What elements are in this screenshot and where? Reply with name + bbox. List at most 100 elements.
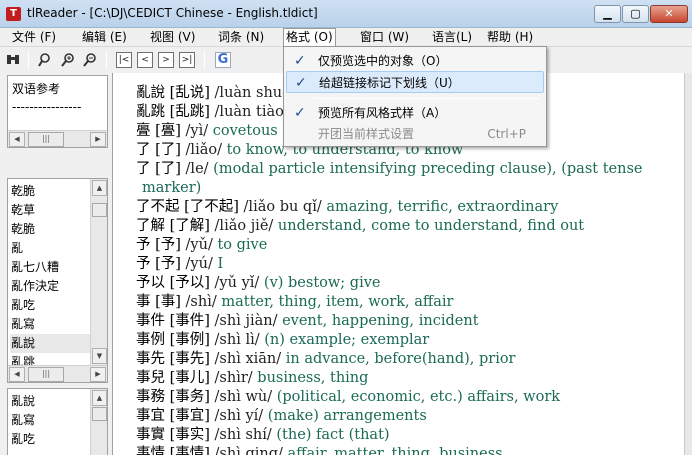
dict-entry[interactable]: 事 [事] /shì/ matter, thing, item, work, a… <box>136 293 453 312</box>
dict-entry[interactable]: 事實 [事实] /shì shí/ (the) fact (that) <box>136 426 390 445</box>
list-item[interactable]: 乾草 <box>10 201 94 220</box>
google-icon[interactable]: G <box>215 52 231 68</box>
list-item[interactable]: 亂吃 <box>10 430 94 449</box>
list-item[interactable]: 亂寫 <box>10 315 94 334</box>
entry-pinyin: /shì shí/ <box>214 427 272 443</box>
search-icon[interactable] <box>38 52 54 68</box>
dict-entry[interactable]: 事宜 [事宜] /shì yí/ (make) arrangements <box>136 407 427 426</box>
list-item[interactable]: 亂說 <box>10 392 94 411</box>
dict-entry[interactable]: 事例 [事例] /shì lì/ (n) example; exemplar <box>136 331 429 350</box>
entry-definition: I <box>217 256 224 272</box>
zoom-out-icon[interactable] <box>82 52 98 68</box>
list-item-selected[interactable]: 亂說 <box>10 334 94 353</box>
next-page-button[interactable]: > <box>158 52 174 68</box>
entry-simplified: [予] <box>155 256 181 272</box>
scroll-left-icon[interactable]: ◀ <box>9 367 25 382</box>
list-item[interactable]: 亂寫 <box>10 411 94 430</box>
vscroll-thumb[interactable] <box>92 203 107 217</box>
index-hscrollbar[interactable]: ◀ ||| ▶ <box>8 365 107 382</box>
dict-entry[interactable]: 予 [予] /yǔ/ to give <box>136 236 267 255</box>
dict-entry[interactable]: 亂跳 [乱跳] /luàn tiào/ <box>136 103 289 122</box>
entry-pinyin: /shì qing/ <box>214 446 283 455</box>
dict-entry[interactable]: 了 [了] /le/ (modal particle intensifying … <box>136 160 642 179</box>
scroll-up-icon[interactable]: ▲ <box>92 180 107 196</box>
last-page-button[interactable]: >| <box>179 52 195 68</box>
list-item[interactable]: 亂作決定 <box>10 277 94 296</box>
dict-entry[interactable]: 事兒 [事儿] /shìr/ business, thing <box>136 369 368 388</box>
scroll-left-icon[interactable]: ◀ <box>9 132 25 147</box>
dict-entry[interactable]: 事情 [事情] /shì qing/ affair, matter, thing… <box>136 445 503 455</box>
dict-entry[interactable]: 亂說 [乱说] /luàn shuō/ <box>136 84 296 103</box>
entry-definition: affair, matter, thing, business <box>287 446 503 455</box>
entry-definition: marker) <box>142 180 202 196</box>
scroll-down-icon[interactable]: ▼ <box>92 348 107 364</box>
minimize-button[interactable]: ▁ <box>594 5 621 23</box>
entry-simplified: [亹] <box>155 123 181 139</box>
menu-view[interactable]: 视图 (V) <box>148 29 197 45</box>
menu-item-underline-links[interactable]: ✓ 给超链接标记下划线（U） <box>286 71 544 93</box>
first-page-button[interactable]: |< <box>116 52 132 68</box>
menu-window[interactable]: 窗口 (W) <box>358 29 411 45</box>
list-item[interactable]: 亂 <box>10 239 94 258</box>
menu-item-preview-selected[interactable]: ✓ 仅预览选中的对象（O） <box>286 50 544 72</box>
entry-simplified: [事件] <box>169 313 210 329</box>
close-button[interactable]: ✕ <box>650 5 688 23</box>
list-item[interactable]: 乾脆 <box>10 182 94 201</box>
toolbar-separator <box>106 51 107 69</box>
list-item[interactable]: 亂七八糟 <box>10 258 94 277</box>
history-vscrollbar[interactable]: ▲ <box>90 389 107 455</box>
scroll-up-icon[interactable]: ▲ <box>92 390 107 406</box>
dict-entry[interactable]: 了不起 [了不起] /liǎo bu qǐ/ amazing, terrific… <box>136 198 558 217</box>
entry-headword: 事務 <box>136 389 165 405</box>
zoom-in-icon[interactable] <box>60 52 76 68</box>
entry-definition: (make) arrangements <box>267 408 427 424</box>
scroll-right-icon[interactable]: ▶ <box>90 132 106 147</box>
entry-simplified: [乱说] <box>169 85 210 101</box>
entry-definition: (political, economic, etc.) affairs, wor… <box>276 389 561 405</box>
entry-headword: 了解 <box>136 218 165 234</box>
list-item[interactable]: 乾脆 <box>10 220 94 239</box>
reference-panel: 双语参考 ---------------- ◀ ||| ▶ <box>7 75 108 148</box>
reference-hscrollbar[interactable]: ◀ ||| ▶ <box>8 130 107 147</box>
entry-definition: (n) example; exemplar <box>264 332 430 348</box>
entry-definition: amazing, terrific, extraordinary <box>326 199 559 215</box>
dict-entry[interactable]: 亹 [亹] /yì/ covetous <box>136 122 278 141</box>
menu-separator <box>314 98 540 99</box>
entry-headword: 事先 <box>136 351 165 367</box>
list-item[interactable]: 亂吃 <box>10 296 94 315</box>
window-title: tlReader - [C:\DJ\CEDICT Chinese - Engli… <box>27 6 318 20</box>
prev-page-button[interactable]: < <box>137 52 153 68</box>
content-vscrollbar[interactable] <box>684 73 692 455</box>
index-vscrollbar[interactable]: ▲ ▼ <box>90 179 107 365</box>
toolbar-separator <box>204 51 205 69</box>
menu-item-shortcut: Ctrl+P <box>487 127 526 141</box>
entry-definition: covetous <box>212 123 278 139</box>
entry-pinyin: /le/ <box>185 161 209 177</box>
dict-entry[interactable]: 予以 [予以] /yǔ yǐ/ (v) bestow; give <box>136 274 380 293</box>
dict-entry[interactable]: 事件 [事件] /shì jiàn/ event, happening, inc… <box>136 312 479 331</box>
menu-entry[interactable]: 词条 (N) <box>216 29 266 45</box>
hscroll-thumb[interactable]: ||| <box>28 367 64 382</box>
entry-simplified: [了解] <box>169 218 210 234</box>
vscroll-thumb[interactable] <box>92 407 107 421</box>
dict-entry[interactable]: 了解 [了解] /liǎo jiě/ understand, come to u… <box>136 217 584 236</box>
scroll-right-icon[interactable]: ▶ <box>90 367 106 382</box>
maximize-button[interactable]: ▢ <box>622 5 649 23</box>
binoculars-icon[interactable] <box>5 52 21 68</box>
menu-help[interactable]: 帮助 (H) <box>485 29 535 45</box>
menu-item-label: 预览所有风格式样（A） <box>318 106 447 120</box>
check-icon: ✓ <box>295 75 307 91</box>
dict-entry[interactable]: 事先 [事先] /shì xiān/ in advance, before(ha… <box>136 350 516 369</box>
entry-simplified: [事实] <box>169 427 210 443</box>
menu-edit[interactable]: 编辑 (E) <box>80 29 129 45</box>
entry-headword: 亹 <box>136 123 151 139</box>
menu-item-preview-all-styles[interactable]: ✓ 预览所有风格式样（A） <box>286 102 544 124</box>
dict-entry[interactable]: 予 [予] /yú/ I <box>136 255 223 274</box>
dict-entry[interactable]: 事務 [事务] /shì wù/ (political, economic, e… <box>136 388 560 407</box>
menu-format[interactable]: 格式 (O) <box>283 28 336 46</box>
menu-file[interactable]: 文件 (F) <box>10 29 58 45</box>
menu-item-open-style-settings[interactable]: 开团当前样式设置 Ctrl+P <box>286 123 544 145</box>
hscroll-thumb[interactable]: ||| <box>28 132 64 147</box>
entry-simplified: [事] <box>155 294 181 310</box>
menu-language[interactable]: 语言(L) <box>430 29 474 45</box>
